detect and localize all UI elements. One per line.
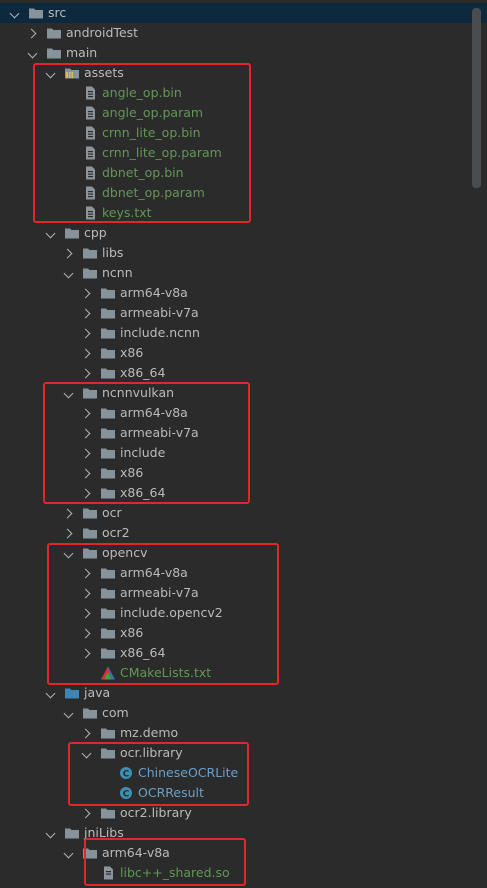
chevron-right-icon[interactable] <box>82 808 92 818</box>
chevron-right-icon[interactable] <box>64 508 74 518</box>
tree-node-label: ocr2 <box>102 525 130 540</box>
tree-node-label: ocr2.library <box>120 805 192 820</box>
highlight-box-ncnnvulkan <box>43 382 250 504</box>
folder-icon <box>64 226 80 240</box>
chevron-right-icon[interactable] <box>82 288 92 298</box>
tree-node[interactable]: com <box>0 703 487 723</box>
tree-node[interactable]: androidTest <box>0 23 487 43</box>
tree-node-label: include.ncnn <box>120 325 200 340</box>
folder-icon <box>46 46 62 60</box>
folder-icon <box>64 826 80 840</box>
folder-icon <box>28 6 44 20</box>
chevron-right-icon[interactable] <box>82 328 92 338</box>
tree-node-label: arm64-v8a <box>120 285 188 300</box>
highlight-box-ocr-library <box>68 742 249 806</box>
folder-icon <box>100 286 116 300</box>
tree-node[interactable]: cpp <box>0 223 487 243</box>
tree-node-label: ncnn <box>102 265 133 280</box>
tree-node[interactable]: ocr2.library <box>0 803 487 823</box>
tree-node-label: com <box>102 705 129 720</box>
chevron-right-icon[interactable] <box>64 248 74 258</box>
tree-node-label: x86 <box>120 345 144 360</box>
tree-node[interactable]: ocr <box>0 503 487 523</box>
folder-icon <box>82 706 98 720</box>
folder-icon <box>100 366 116 380</box>
tree-node[interactable]: armeabi-v7a <box>0 303 487 323</box>
chevron-right-icon[interactable] <box>82 308 92 318</box>
chevron-down-icon[interactable] <box>28 48 38 58</box>
folder-icon <box>100 346 116 360</box>
tree-node-label: x86_64 <box>120 365 166 380</box>
tree-node[interactable]: src <box>0 3 487 23</box>
tree-node-label: ocr <box>102 505 122 520</box>
folder-icon <box>82 506 98 520</box>
vertical-scrollbar[interactable] <box>472 8 481 188</box>
highlight-box-assets <box>33 63 251 223</box>
chevron-down-icon[interactable] <box>64 268 74 278</box>
chevron-down-icon[interactable] <box>46 828 56 838</box>
highlight-box-jnilibs <box>84 838 246 886</box>
chevron-right-icon[interactable] <box>82 728 92 738</box>
tree-node-label: main <box>66 45 98 60</box>
tree-node[interactable]: mz.demo <box>0 723 487 743</box>
java-source-folder-icon <box>64 686 80 700</box>
folder-icon <box>100 306 116 320</box>
tree-node-label: java <box>84 685 111 700</box>
chevron-down-icon[interactable] <box>64 708 74 718</box>
folder-icon <box>82 266 98 280</box>
folder-icon <box>100 726 116 740</box>
tree-node[interactable]: java <box>0 683 487 703</box>
folder-icon <box>100 806 116 820</box>
chevron-right-icon[interactable] <box>82 348 92 358</box>
chevron-down-icon[interactable] <box>10 8 20 18</box>
chevron-down-icon[interactable] <box>46 688 56 698</box>
folder-icon <box>46 26 62 40</box>
tree-node-label: libs <box>102 245 124 260</box>
tree-node-label: androidTest <box>66 25 139 40</box>
folder-icon <box>100 326 116 340</box>
chevron-down-icon[interactable] <box>46 228 56 238</box>
folder-icon <box>82 526 98 540</box>
tree-node[interactable]: x86 <box>0 343 487 363</box>
tree-node-label: src <box>48 5 67 20</box>
tree-node-label: cpp <box>84 225 107 240</box>
chevron-right-icon[interactable] <box>28 28 38 38</box>
chevron-right-icon[interactable] <box>82 368 92 378</box>
folder-icon <box>82 246 98 260</box>
chevron-right-icon[interactable] <box>64 528 74 538</box>
tree-node[interactable]: ncnn <box>0 263 487 283</box>
tree-node[interactable]: ocr2 <box>0 523 487 543</box>
tree-node[interactable]: x86_64 <box>0 363 487 383</box>
tree-node[interactable]: arm64-v8a <box>0 283 487 303</box>
tree-node-label: armeabi-v7a <box>120 305 199 320</box>
tree-node[interactable]: main <box>0 43 487 63</box>
tree-node[interactable]: libs <box>0 243 487 263</box>
highlight-box-opencv <box>47 543 279 685</box>
tree-node-label: mz.demo <box>120 725 179 740</box>
chevron-down-icon[interactable] <box>64 848 74 858</box>
tree-node[interactable]: include.ncnn <box>0 323 487 343</box>
